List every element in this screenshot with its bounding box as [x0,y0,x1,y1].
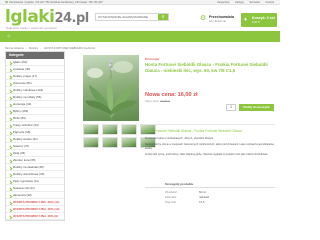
sidebar-item[interactable]: Hortensje (42) [6,101,64,108]
sidebar-item[interactable]: Nasiona ziół (21) [6,185,64,192]
logo-wordmark: lglaki24.pl [5,7,89,27]
cart-link[interactable]: Koszyk [266,1,274,4]
sidebar-item-promo[interactable]: OFERTA PROMOCYJNA -20% (9) [6,213,64,220]
sidebar-title: Kategorie [6,52,64,59]
product-thumbnail[interactable] [83,137,99,148]
sidebar-item[interactable]: Owocowe (81) [6,80,64,87]
sidebar-item[interactable]: Pędy ogrodowe (11) [6,178,64,185]
phone-icon: ☎ [5,1,9,4]
breadcrumb-category[interactable]: Rośliny [29,46,38,50]
sidebar-item[interactable]: Iglaki (152) [6,59,64,66]
search-icon: ⚲ [161,14,165,19]
cart-button[interactable]: ♦ Koszyk: 0 szt 0,00 zł [241,13,277,27]
spec-row: Pojemnik: C1,5 [165,201,205,204]
product-thumbnail[interactable] [83,124,99,135]
cart-icon: ♦ [244,17,248,23]
product-thumbnail[interactable] [102,124,118,135]
sidebar-item-promo[interactable]: OFERTA PROMOCYJNA -50% (11) [6,199,64,206]
spec-row: Kolor liści: niebieski [165,196,210,199]
product-main-image[interactable] [83,55,139,121]
breadcrumb-home[interactable]: Strona Główna [5,46,24,50]
storage-info[interactable]: ⚙ Przechowalnia Aby dostać się [200,14,236,26]
account-links: Zarejestruj Zaloguj Schowek Koszyk [212,0,274,5]
description-paragraph: Efektowna bylina o niebieskawych, dużych… [145,137,214,140]
add-to-cart-button[interactable]: Dodaj do koszyka [239,104,274,111]
sidebar-item[interactable]: Rośliny na skalniak (28) [6,164,64,171]
sidebar-item[interactable]: Zioła (33) [6,150,64,157]
description-paragraph: Funkia lubi żyzną, próchniczą i stale wi… [145,153,269,157]
breadcrumb: Strona Główna › Rośliny › HOSTA FORTUNEI S… [5,46,96,50]
sidebar-item-promo[interactable]: OFERTA PROMOCYJNA -30% (12) [6,206,64,213]
product-thumbnail[interactable] [121,137,137,148]
product-price: Nowa cena: 16,00 zł [145,92,198,98]
description-title: Hosta Fortunei Sieboldii Glauca - Funkia… [145,129,242,133]
contact-text: Zamówienia i pytania: 722 107 782 (Infol… [9,1,103,4]
product-old-price: Stara cena: 34,00 zł [145,99,170,103]
site-logo[interactable]: lglaki24.pl Najlepsze rośliny i sadzonki… [5,8,89,31]
divider [145,124,275,125]
breadcrumb-current: HOSTA FORTUNEI SIEBOLDII GLAUCA [44,46,96,50]
wishlist-link[interactable]: Schowek [249,1,260,4]
truck-icon: ⚙ [200,15,207,22]
product-thumbnail[interactable] [102,137,118,148]
details-tab-label: Szczegóły produktu [165,182,194,186]
sidebar-item[interactable]: Paprocie (18) [6,129,64,136]
product-title: Hosta Fortunei Sieboldii Glauca - Funkia… [145,62,268,73]
cart-total: 0,00 zł [252,21,260,24]
contact-info: ☎Zamówienia i pytania: 722 107 782 (Info… [5,0,103,5]
sidebar-item[interactable]: Rośliny cebulowe (143) [6,87,64,94]
category-sidebar: Kategorie Iglaki (152) Liściaste (40) Ro… [5,51,65,221]
sidebar-item[interactable]: Ziemia i kora (35) [6,157,64,164]
home-icon[interactable]: ⌂ [5,33,13,40]
sidebar-item[interactable]: Rośliny doniczkowe (30) [6,171,64,178]
promo-badge: Promocja [145,57,160,61]
cart-count: Koszyk: 0 szt [252,16,275,20]
top-bar: ☎Zamówienia i pytania: 722 107 782 (Info… [0,0,280,5]
search-input[interactable] [98,14,156,20]
sidebar-item[interactable]: Byliny (183) [6,108,64,115]
main-nav: ⌂ [0,31,280,42]
register-link[interactable]: Zarejestruj [217,1,229,4]
sidebar-item[interactable]: Rośliny na rabaty (56) [6,94,64,101]
sidebar-item[interactable]: Akcesoria (32) [6,192,64,199]
spec-row: Wysokość: 60 cm [165,191,207,194]
product-thumbnail[interactable] [121,124,137,135]
quantity-input[interactable]: 1 [226,104,236,111]
login-link[interactable]: Zaloguj [235,1,244,4]
storage-subtitle: Aby dostać się [209,20,226,23]
sidebar-item[interactable]: Rośliny wodne (21) [6,136,64,143]
sidebar-item[interactable]: Trawy ozdobne (34) [6,122,64,129]
search-button[interactable]: ⚲ [158,14,168,20]
sidebar-item[interactable]: Rośliny pnące (17) [6,73,64,80]
details-tab[interactable]: Szczegóły produktu [145,181,275,188]
sidebar-item[interactable]: Nawozy (47) [6,143,64,150]
description-paragraph: Bardzo dobrze rośnie w miejscach zacieni… [145,143,275,151]
description-text: Efektowna bylina o niebieskawych, dużych… [145,137,275,159]
logo-tagline: Najlepsze rośliny i sadzonki ogrodowe [6,26,57,30]
sidebar-item[interactable]: Liściaste (40) [6,66,64,73]
search-box: ⚲ [95,13,169,21]
hosta-plant-illustration [85,59,137,119]
storage-title: Przechowalnia [209,15,234,19]
sidebar-item[interactable]: Róże (60) [6,115,64,122]
